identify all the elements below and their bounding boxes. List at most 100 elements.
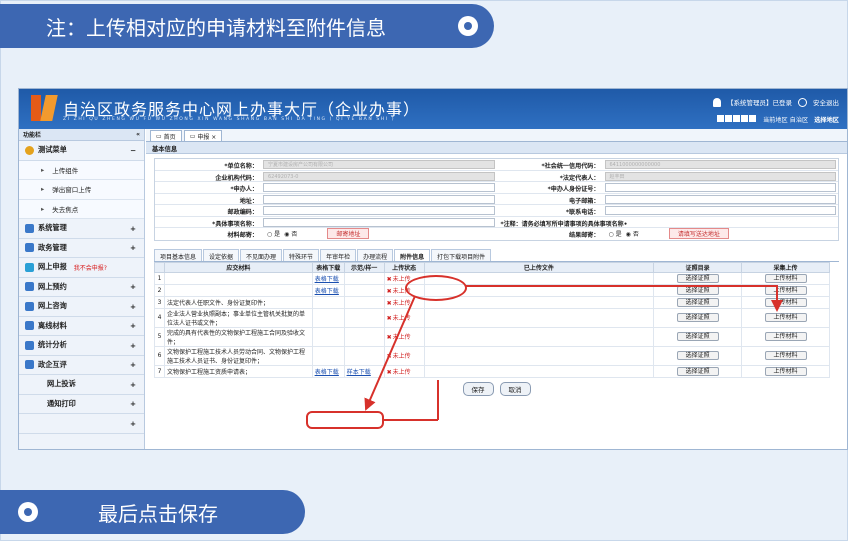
sidebar-item-complaint[interactable]: 网上投诉 + [19,375,144,395]
sidebar-item-booking[interactable]: 网上预约 + [19,278,144,297]
tab-process[interactable]: 办理流程 [357,248,394,261]
action-cell: 选择证照 [653,295,743,309]
expand-icon[interactable]: + [130,419,136,428]
sample-download-link [343,283,385,297]
form-download-link [311,307,345,328]
select-cert-button[interactable]: 选择证照 [676,332,719,341]
tab-annual[interactable]: 年审年检 [320,248,357,261]
table-row: 5 完成的具有代表性的文物保护工程施工合同及验收文件； 未上传 选择证照 上传材料 [154,326,830,347]
tab-attachments[interactable]: 附件信息 [394,248,431,261]
select-cert-button[interactable]: 选择证照 [676,351,719,360]
org-code-field[interactable]: 62492073-0 [263,171,495,181]
upload-material-button[interactable]: 上传材料 [764,297,807,307]
phone-label: *联系电话： [565,209,600,216]
upload-material-button[interactable]: 上传材料 [764,332,807,341]
applicant-label: *申办人： [230,186,258,193]
upload-material-button[interactable]: 上传材料 [764,313,807,322]
sidebar-item-government[interactable]: 政务管理 + [19,239,144,258]
sidebar-item-offline[interactable]: 离线材料 + [19,317,144,336]
phone-field[interactable] [604,206,836,215]
row-number: 7 [154,364,165,378]
expand-icon[interactable]: + [130,243,136,252]
select-cert-button[interactable]: 选择证照 [676,313,719,322]
tab-remote[interactable]: 不见面办理 [240,248,283,261]
tab-download-all[interactable]: 打包下载项目附件 [431,248,492,261]
select-region-link[interactable]: 选择地区 [814,115,839,124]
sidebar-item-system[interactable]: 系统管理 + [19,219,144,239]
help-link[interactable]: 我不会申报? [74,263,107,272]
select-cert-button[interactable]: 选择证照 [676,297,719,307]
item-name-field[interactable] [263,217,495,227]
instruction-banner-top: 注：上传相对应的申请材料至附件信息 [0,4,494,48]
calendar-icon [25,282,34,292]
action-cell: 上传材料 [741,345,830,366]
cancel-button[interactable]: 取消 [499,381,531,396]
email-field[interactable] [604,194,836,204]
sidebar-item-online-declare[interactable]: 网上申报 我不会申报? [19,258,144,278]
radio-no[interactable]: ◉ 否 [284,229,297,238]
applicant-id-field[interactable] [604,183,836,192]
sidebar-item-review[interactable]: 政企互评 + [19,356,144,375]
sidebar-item-stats[interactable]: 统计分析 + [19,336,144,356]
mail-address-button[interactable]: 邮寄地址 [327,228,370,240]
sidebar-item-more[interactable]: + [19,414,144,434]
expand-icon[interactable]: + [130,399,136,408]
tab-project-info[interactable]: 项目基本信息 [154,248,203,261]
form-download-link-text[interactable]: 表格下载 [315,276,339,283]
upload-material-button[interactable]: 上传材料 [764,351,807,360]
upload-material-button[interactable]: 上传材料 [764,366,807,376]
select-cert-button[interactable]: 选择证照 [676,273,719,283]
sample-download-link-text[interactable]: 样本下载 [347,369,371,376]
radio-yes[interactable]: ○ 是 [267,229,280,238]
expand-icon[interactable]: + [130,380,136,389]
action-cell: 上传材料 [741,283,830,297]
address-field[interactable] [263,194,495,204]
expand-icon[interactable]: + [130,224,136,233]
expand-icon[interactable]: + [130,341,136,350]
fill-address-button[interactable]: 请填写送达地址 [668,228,729,240]
sidebar-subitem-upload-component[interactable]: 上传组件 [19,160,144,180]
expand-icon[interactable]: + [130,302,136,311]
expand-icon[interactable]: + [130,321,136,330]
tab-home[interactable]: ▭ 首页 [150,130,182,141]
row-number-text: 3 [157,298,162,306]
tab-basis[interactable]: 设定依据 [203,248,240,261]
tab-declare[interactable]: ▭ 申报 × [183,130,223,141]
collapse-icon[interactable]: « [136,131,140,138]
tab-special[interactable]: 特殊环节 [283,248,320,261]
postal-field[interactable] [263,206,495,215]
expand-icon[interactable]: + [130,282,136,291]
sidebar-subitem-blur[interactable]: 失去焦点 [19,199,144,219]
select-cert-button[interactable]: 选择证照 [676,366,719,376]
current-region: 当前地区 自治区 [762,117,809,124]
tab-bar: ▭ 首页 ▭ 申报 × [146,129,847,142]
material-name-text: 法定代表人任职文件、身份证复印件； [166,299,269,307]
power-icon[interactable] [798,97,807,107]
color-theme-icons[interactable] [716,115,757,124]
result-radio-no[interactable]: ◉ 否 [626,229,639,238]
table-row: 2表格下载未上传选择证照上传材料 [154,283,830,297]
expand-icon[interactable]: + [130,360,136,369]
collapse-sign-icon[interactable]: − [130,146,136,155]
result-radio-yes[interactable]: ○ 是 [609,229,622,238]
email-label: 电子邮箱： [569,197,600,205]
row-number: 3 [154,295,165,309]
save-button[interactable]: 保存 [462,381,494,396]
legal-rep-field[interactable]: 赵丰田 [604,171,836,181]
sidebar-item-test-menu[interactable]: 测试菜单 − [19,141,144,161]
unit-name-field[interactable]: 宁夏市建设房产公司有限公司 [263,160,495,169]
upload-material-button[interactable]: 上传材料 [764,285,807,295]
form-download-link-text[interactable]: 表格下载 [315,369,339,376]
applicant-field[interactable] [263,183,495,192]
sidebar-item-print[interactable]: 通知打印 + [19,395,144,414]
uploaded-files [423,326,655,347]
logout-link[interactable]: 安全退出 [813,97,839,107]
section-title: 基本信息 [146,142,847,154]
material-name: 文物保护工程施工资质申请表； [163,364,313,378]
form-download-link-text[interactable]: 表格下载 [315,288,339,295]
sidebar-subitem-popup-upload[interactable]: 弹出窗口上传 [19,180,144,200]
credit-code-field[interactable]: 6411000000000000 [604,160,836,169]
sidebar-item-consult[interactable]: 网上咨询 + [19,297,144,317]
upload-material-button[interactable]: 上传材料 [764,273,807,283]
select-cert-button[interactable]: 选择证照 [676,285,719,295]
